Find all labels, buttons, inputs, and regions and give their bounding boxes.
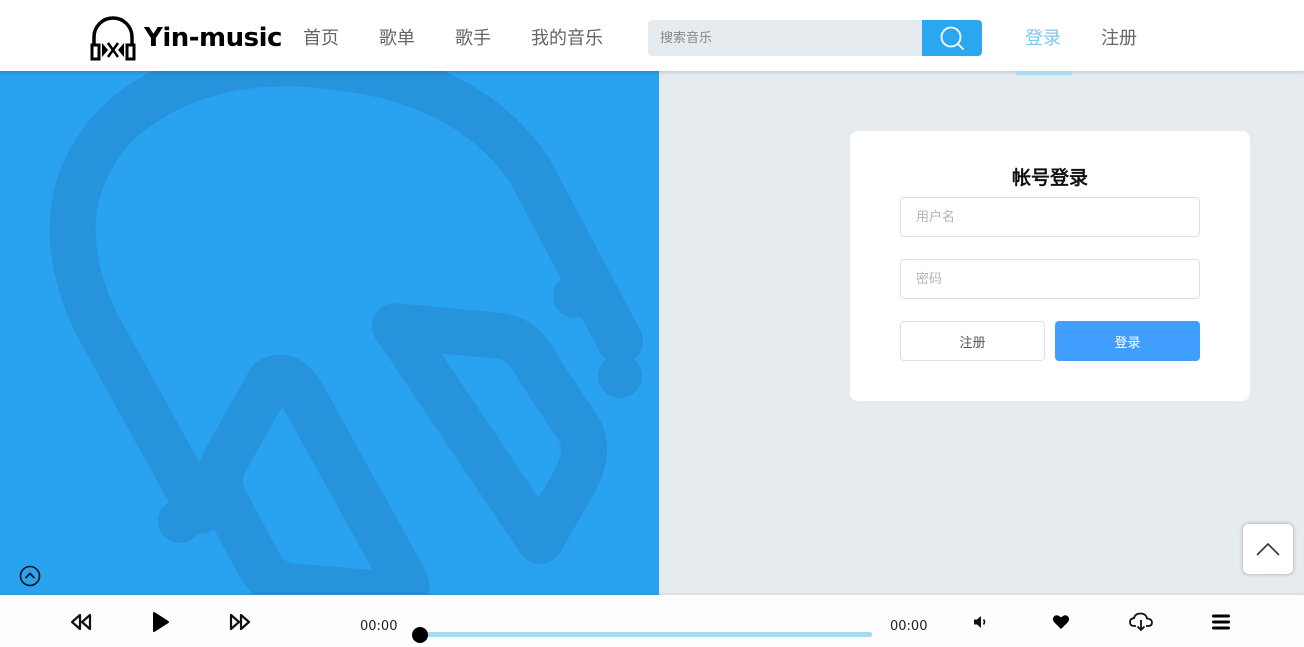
- fast-forward-button[interactable]: [228, 611, 252, 633]
- rewind-icon: [70, 613, 92, 631]
- menu-icon: [1212, 614, 1230, 630]
- search-bar: [648, 20, 982, 56]
- search-button[interactable]: [922, 20, 982, 56]
- volume-icon: [974, 616, 986, 628]
- nav-playlists[interactable]: 歌单: [379, 24, 415, 50]
- progress-thumb[interactable]: [412, 627, 428, 643]
- header-login-link[interactable]: 登录: [1025, 24, 1061, 50]
- active-tab-indicator: [1016, 71, 1072, 75]
- top-header: Yin-music 首页 歌单 歌手 我的音乐 登录 注册: [0, 0, 1304, 71]
- header-register-link[interactable]: 注册: [1101, 24, 1137, 50]
- music-logo-watermark-icon: [49, 71, 643, 595]
- heart-icon: [1052, 615, 1070, 629]
- nav-home[interactable]: 首页: [303, 24, 339, 50]
- expand-player-icon[interactable]: [19, 565, 41, 587]
- username-field[interactable]: [900, 197, 1200, 237]
- search-icon: [940, 26, 964, 50]
- nav-my-music[interactable]: 我的音乐: [531, 24, 603, 50]
- login-card: 帐号登录 注册 登录: [850, 131, 1250, 401]
- player-bar: 00:00 00:00: [0, 595, 1304, 647]
- brand-logo[interactable]: Yin-music: [88, 14, 282, 62]
- favorite-button[interactable]: [1049, 611, 1073, 633]
- login-button[interactable]: 登录: [1055, 321, 1200, 361]
- password-field[interactable]: [900, 259, 1200, 299]
- progress-track[interactable]: [420, 632, 872, 637]
- volume-button[interactable]: [969, 611, 993, 633]
- rewind-button[interactable]: [69, 611, 93, 633]
- chevron-up-icon: [1256, 542, 1280, 556]
- download-button[interactable]: [1129, 611, 1153, 633]
- total-time: 00:00: [890, 619, 928, 634]
- nav-singers[interactable]: 歌手: [455, 24, 491, 50]
- current-time: 00:00: [360, 619, 398, 634]
- fast-forward-icon: [229, 613, 251, 631]
- login-title: 帐号登录: [1011, 167, 1088, 189]
- back-to-top-button[interactable]: [1243, 524, 1293, 574]
- headphones-icon: [90, 16, 136, 61]
- play-icon: [153, 612, 169, 632]
- play-button[interactable]: [148, 611, 172, 633]
- register-button[interactable]: 注册: [900, 321, 1045, 361]
- brand-name: Yin-music: [144, 23, 282, 53]
- playlist-menu-button[interactable]: [1209, 611, 1233, 633]
- cloud-download-icon: [1129, 612, 1153, 632]
- search-input[interactable]: [648, 20, 922, 56]
- hero-banner: [0, 71, 659, 595]
